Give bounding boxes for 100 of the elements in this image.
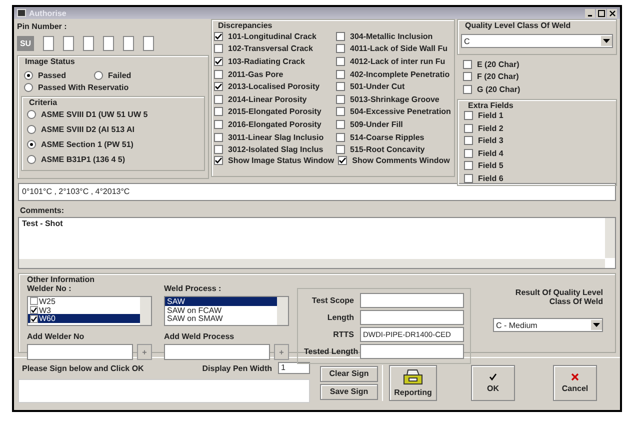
checkbox[interactable]: Field 4 [464, 147, 610, 160]
action-button[interactable]: OK [471, 364, 515, 400]
checkbox[interactable]: F (20 Char) [463, 70, 611, 83]
maximize-icon[interactable] [596, 8, 606, 18]
checkbox[interactable]: 2015-Elongated Porosity [214, 106, 330, 118]
checkbox[interactable]: 515-Root Concavity [336, 143, 452, 156]
pen-width-label: Display Pen Width [202, 364, 272, 372]
test-field[interactable] [360, 344, 464, 359]
dropdown-arrow-icon [593, 323, 600, 327]
add-welder-label: Add Welder No [27, 332, 86, 341]
comments-field[interactable]: Test - Shot [18, 217, 616, 269]
checkbox[interactable]: 3012-Isolated Slag Inclus [214, 143, 330, 156]
checkbox[interactable]: Show Image Status Window [214, 156, 334, 165]
group-title: Criteria [29, 98, 58, 107]
checkbox[interactable]: 2014-Linear Porosity [214, 92, 330, 106]
add-weld-process-label: Add Weld Process [164, 332, 236, 341]
checkbox[interactable]: Field 3 [464, 134, 610, 147]
sign-button[interactable]: Clear Sign [320, 366, 378, 382]
weld-process-item[interactable]: SAW [165, 297, 277, 306]
test-field[interactable] [360, 293, 464, 308]
list-scrollbar[interactable] [140, 297, 151, 325]
checkbox[interactable]: 5013-Shrinkage Groove [336, 92, 452, 106]
close-icon[interactable] [607, 8, 617, 18]
checkbox[interactable]: Show Comments Window [338, 156, 450, 165]
comments-label: Comments: [20, 206, 66, 215]
pin-number-label: Pin Number : [17, 22, 68, 31]
checkbox[interactable]: Field 2 [464, 122, 610, 134]
pin-digit-field[interactable] [123, 36, 134, 51]
add-weld-process-field[interactable] [164, 344, 270, 360]
pen-width-field[interactable]: 1 [278, 362, 310, 374]
weld-process-item[interactable]: SAW on FCAW [165, 306, 277, 314]
weld-process-label: Weld Process : [164, 284, 222, 293]
close-icon [571, 372, 579, 380]
radio-button[interactable]: Passed With Reservatio [24, 83, 202, 92]
group-title: Image Status [25, 57, 76, 66]
sign-button[interactable]: Save Sign [320, 384, 378, 400]
check-icon [489, 372, 497, 380]
result-dropdown[interactable]: C - Medium [493, 318, 603, 332]
action-button[interactable]: Cancel [553, 364, 597, 400]
horizontal-scrollbar[interactable] [19, 259, 605, 268]
radio-button[interactable]: ASME B31P1 (136 4 5) [25, 152, 201, 167]
checkbox[interactable]: 103-Radiating Crack [214, 55, 330, 68]
action-button[interactable]: Reporting [389, 364, 437, 400]
checkbox[interactable]: 504-Excessive Penetration [336, 106, 452, 118]
test-field-label: RTTS [332, 330, 354, 339]
checkbox[interactable]: 402-Incomplete Penetratio [336, 68, 452, 80]
checkbox[interactable]: 2011-Gas Pore [214, 68, 330, 80]
checkbox[interactable]: 4011-Lack of Side Wall Fu [336, 42, 452, 56]
check-icon [215, 32, 222, 40]
radio-button[interactable]: Failed [94, 71, 132, 80]
welder-item[interactable]: W25 [28, 297, 140, 306]
pin-digit-field[interactable] [63, 36, 74, 51]
group-title: Extra Fields [468, 100, 514, 110]
pin-digit-field[interactable] [103, 36, 114, 51]
checkbox[interactable]: Field 6 [464, 172, 610, 184]
radio-button[interactable]: ASME SVIII D2 (AI 513 AI [25, 122, 201, 137]
checkbox[interactable]: Field 5 [464, 160, 610, 172]
checkbox[interactable]: E (20 Char) [463, 58, 611, 70]
test-field[interactable] [360, 310, 464, 325]
add-welder-field[interactable] [27, 344, 133, 360]
test-field-label: Length [326, 313, 354, 322]
pin-digit-field[interactable] [143, 36, 154, 51]
checkbox[interactable]: 514-Coarse Ripples [336, 130, 452, 144]
welder-no-label: Welder No : [27, 284, 72, 293]
minimize-icon[interactable] [585, 8, 595, 18]
group-title: Other Information [27, 275, 96, 284]
checkbox[interactable]: G (20 Char) [463, 83, 611, 96]
discrepancy-codes-field[interactable]: 0°101°C , 2°103°C , 4°2013°C [18, 183, 616, 201]
window-icon [17, 9, 26, 17]
checkbox[interactable]: 102-Transversal Crack [214, 42, 330, 56]
radio-button[interactable]: ASME SVIII D1 (UW 51 UW 5 [25, 107, 201, 122]
checkbox[interactable]: 101-Longitudinal Crack [214, 30, 330, 43]
pin-digit-field[interactable] [83, 36, 94, 51]
checkbox[interactable]: 4012-Lack of inter run Fu [336, 55, 452, 68]
check-icon [339, 156, 346, 164]
checkbox[interactable]: 304-Metallic Inclusion [336, 30, 452, 43]
weld-process-item[interactable]: SAW on SMAW [165, 314, 277, 324]
checkbox[interactable]: 3011-Linear Slag Inclusio [214, 130, 330, 144]
check-icon [215, 58, 222, 65]
result-label: Result Of Quality Level Class Of Weld [514, 288, 603, 306]
group-title: Quality Level Class Of Weld [465, 21, 572, 30]
vertical-scrollbar[interactable] [605, 218, 615, 258]
printer-icon [403, 368, 423, 384]
pin-digit-field[interactable] [43, 36, 54, 51]
check-icon [215, 156, 222, 164]
checkbox[interactable]: 2013-Localised Porosity [214, 80, 330, 93]
checkbox[interactable]: 2016-Elongated Porosity [214, 118, 330, 131]
check-icon [215, 83, 222, 90]
checkbox[interactable]: 501-Under Cut [336, 80, 452, 93]
dropdown-arrow-icon [603, 39, 610, 43]
radio-button[interactable]: ASME Section 1 (PW 51) [25, 137, 201, 152]
quality-level-dropdown[interactable]: C [461, 34, 613, 48]
sign-instruction: Please Sign below and Click OK [22, 364, 144, 372]
list-scrollbar[interactable] [277, 297, 288, 325]
checkbox[interactable]: 509-Under Fill [336, 118, 452, 131]
test-field-label: Test Scope [310, 296, 354, 305]
group-title: Discrepancies [218, 21, 274, 30]
welder-item[interactable]: W60 [28, 314, 140, 324]
radio-button[interactable]: Passed [24, 71, 66, 80]
checkbox[interactable]: Field 1 [464, 110, 610, 122]
